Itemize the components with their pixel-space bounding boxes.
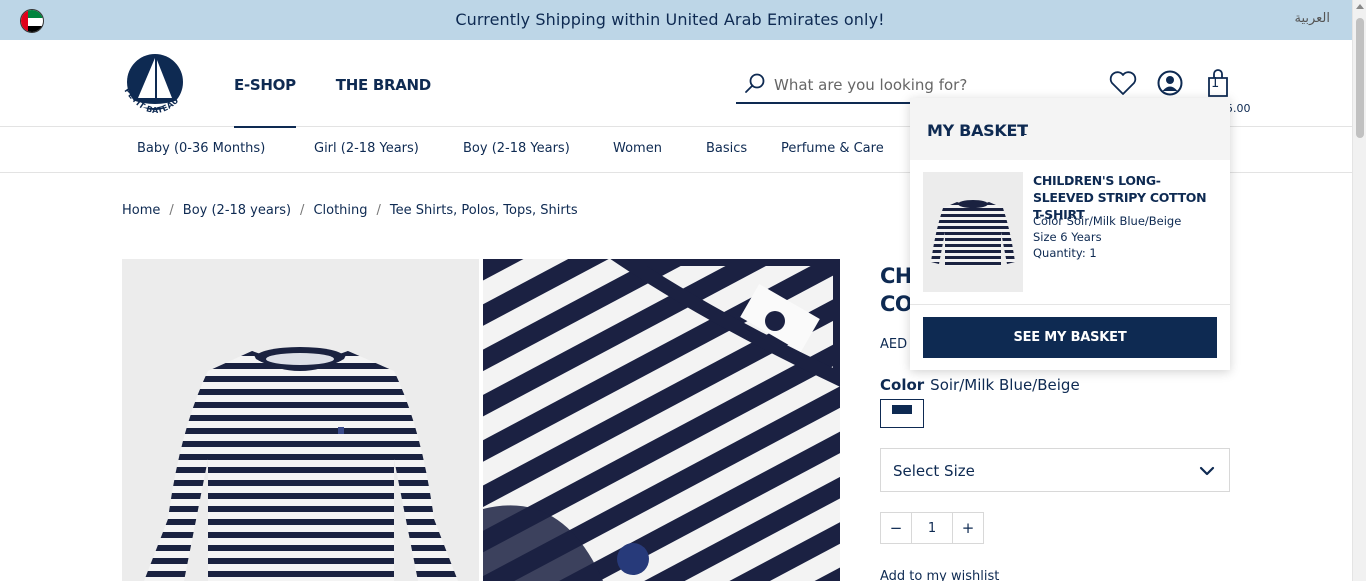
language-switch-link[interactable]: العربية xyxy=(1294,11,1330,26)
breadcrumb-home[interactable]: Home xyxy=(122,203,160,218)
category-boy[interactable]: Boy (2-18 Years) xyxy=(463,141,570,156)
category-basics[interactable]: Basics xyxy=(706,141,747,156)
category-perfume-care[interactable]: Perfume & Care xyxy=(781,141,884,156)
add-to-wishlist-link[interactable]: Add to my wishlist xyxy=(880,569,999,581)
search-icon[interactable] xyxy=(744,72,766,94)
account-icon[interactable] xyxy=(1155,68,1185,98)
basket-title: MY BASKET xyxy=(927,121,1028,140)
breadcrumb-separator: / xyxy=(376,203,381,218)
nav-the-brand[interactable]: THE BRAND xyxy=(336,76,431,128)
scroll-up-arrow-icon[interactable] xyxy=(1356,4,1364,9)
basket-item-quantity: Quantity: 1 xyxy=(1033,246,1097,260)
color-value: Soir/Milk Blue/Beige xyxy=(930,376,1080,394)
size-select-label: Select Size xyxy=(893,462,975,480)
shipping-banner-text: Currently Shipping within United Arab Em… xyxy=(455,10,885,29)
category-girl[interactable]: Girl (2-18 Years) xyxy=(314,141,419,156)
breadcrumb-clothing[interactable]: Clothing xyxy=(313,203,367,218)
petit-bateau-logo[interactable]: PETIT BATEAU xyxy=(118,50,198,120)
quantity-decrease-button[interactable]: − xyxy=(880,512,912,544)
size-select[interactable]: Select Size xyxy=(880,448,1230,492)
basket-count-badge: 1 xyxy=(1211,76,1220,91)
basket-item-color: Color Soir/Milk Blue/Beige xyxy=(1033,214,1182,228)
quantity-increase-button[interactable]: + xyxy=(952,512,984,544)
category-women[interactable]: Women xyxy=(613,141,662,156)
basket-dropdown: MY BASKET 1 CHILDREN'S LONG-SLEEVED STRI… xyxy=(910,98,1230,370)
page-scrollbar[interactable] xyxy=(1352,0,1366,581)
product-image-front[interactable] xyxy=(122,259,479,581)
chevron-down-icon xyxy=(1199,466,1215,476)
color-label: Color xyxy=(880,376,925,394)
quantity-value[interactable]: 1 xyxy=(912,512,952,544)
breadcrumb-separator: / xyxy=(169,203,174,218)
breadcrumb-boy[interactable]: Boy (2-18 years) xyxy=(183,203,291,218)
basket-divider xyxy=(910,304,1230,305)
product-image-closeup[interactable] xyxy=(483,259,840,581)
quantity-stepper: − 1 + xyxy=(880,512,984,544)
basket-item-image[interactable] xyxy=(923,172,1023,292)
see-my-basket-button[interactable]: SEE MY BASKET xyxy=(923,317,1217,358)
scrollbar-thumb[interactable] xyxy=(1356,18,1364,138)
heart-icon[interactable] xyxy=(1108,68,1138,98)
breadcrumb: Home / Boy (2-18 years) / Clothing / Tee… xyxy=(122,203,578,218)
search-input[interactable] xyxy=(774,73,1014,97)
basket-item-size: Size 6 Years xyxy=(1033,230,1102,244)
breadcrumb-tee-shirts[interactable]: Tee Shirts, Polos, Tops, Shirts xyxy=(390,203,578,218)
basket-item-count: 1 xyxy=(1020,124,1028,138)
breadcrumb-separator: / xyxy=(300,203,305,218)
color-swatch[interactable] xyxy=(880,399,924,428)
category-baby[interactable]: Baby (0-36 Months) xyxy=(137,141,265,156)
shipping-banner: Currently Shipping within United Arab Em… xyxy=(0,0,1352,40)
nav-eshop[interactable]: E-SHOP xyxy=(234,76,296,128)
main-nav: E-SHOP THE BRAND xyxy=(234,76,431,128)
basket-header: MY BASKET 1 xyxy=(910,98,1230,160)
product-price: AED xyxy=(880,337,908,352)
color-row: Color Soir/Milk Blue/Beige xyxy=(880,376,1080,394)
